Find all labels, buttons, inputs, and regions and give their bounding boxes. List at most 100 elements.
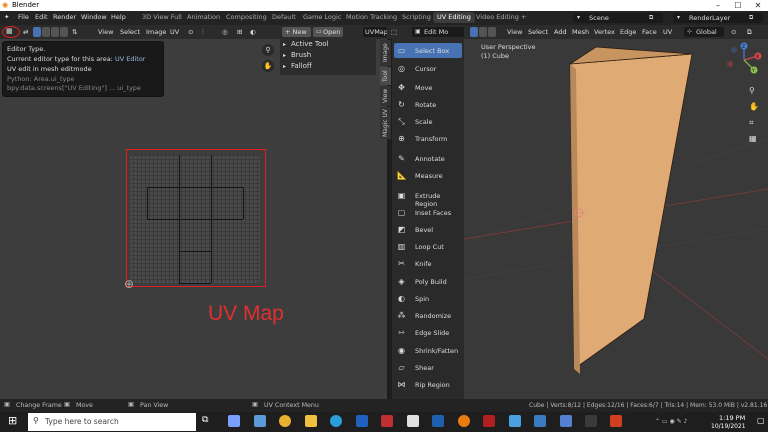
tool-edge-slide[interactable]: ⇿ Edge Slide <box>394 325 462 340</box>
system-tray-icons[interactable]: ⌃ ▭ ◉ ✎ ♪ <box>655 418 687 425</box>
vp-menu-mesh[interactable]: Mesh <box>572 28 589 36</box>
tab-motion-tracking[interactable]: Motion Tracking <box>342 12 401 23</box>
uv-menu-view[interactable]: View <box>98 28 113 36</box>
tool-poly-build[interactable]: ◈ Poly Build <box>394 274 462 289</box>
snap-icon[interactable]: ⫶ <box>202 28 204 37</box>
vp-menu-vertex[interactable]: Vertex <box>594 28 615 36</box>
expand-icon[interactable]: ▸ <box>283 41 286 48</box>
tool-rip-region[interactable]: ⋈ Rip Region <box>394 377 462 392</box>
zoom-icon[interactable]: ⚲ <box>262 44 274 56</box>
file-explorer-icon[interactable] <box>305 415 317 427</box>
tab-animation[interactable]: Animation <box>183 12 224 23</box>
tool-move[interactable]: ✥ Move <box>394 80 462 95</box>
render-layer-selector[interactable]: ▾ RenderLayer ⧉ <box>673 13 763 23</box>
taskbar-search-box[interactable]: ⚲ Type here to search <box>28 413 196 431</box>
app-icon-dark-red[interactable] <box>483 415 495 427</box>
island-select-button[interactable] <box>60 27 68 37</box>
app-icon-orange[interactable] <box>610 415 622 427</box>
2d-cursor-icon[interactable]: ⊕ <box>124 277 134 291</box>
pan-viewport-icon[interactable]: ✋ <box>749 102 759 111</box>
vp-menu-edge[interactable]: Edge <box>620 28 636 36</box>
blender-menu-icon[interactable]: ✦ <box>4 13 9 21</box>
scene-selector[interactable]: ▾ Scene ⧉ <box>573 13 663 23</box>
app-icon-teal[interactable] <box>534 415 546 427</box>
tool-inset-faces[interactable]: ▢ Inset Faces <box>394 205 462 220</box>
menu-file[interactable]: File <box>18 13 29 21</box>
start-button-icon[interactable]: ⊞ <box>8 414 17 427</box>
edge-select-button[interactable] <box>42 27 50 37</box>
pivot-icon[interactable]: ⊙ <box>188 28 193 36</box>
edge-mode-button[interactable] <box>479 27 487 37</box>
chrome-icon[interactable] <box>279 415 291 427</box>
app-icon-monitor[interactable] <box>560 415 572 427</box>
app-icon-red[interactable] <box>381 415 393 427</box>
panel-falloff[interactable]: Falloff <box>291 62 312 70</box>
add-workspace-button[interactable]: + <box>517 12 530 23</box>
uv-menu-uv[interactable]: UV <box>170 28 179 36</box>
editor-type-icon[interactable]: ▦ <box>6 27 13 35</box>
tool-cursor[interactable]: ◎ Cursor <box>394 61 462 76</box>
close-button[interactable]: ✕ <box>748 0 768 11</box>
uv-menu-select[interactable]: Select <box>120 28 140 36</box>
blender-taskbar-icon[interactable] <box>458 415 470 427</box>
tab-default[interactable]: Default <box>268 12 300 23</box>
vp-menu-face[interactable]: Face <box>642 28 657 36</box>
tab-magic-uv[interactable]: Magic UV <box>380 107 391 139</box>
edge-browser-icon[interactable] <box>330 415 342 427</box>
tab-game-logic[interactable]: Game Logic <box>299 12 345 23</box>
mail-icon[interactable] <box>356 415 368 427</box>
menu-help[interactable]: Help <box>111 13 126 21</box>
menu-edit[interactable]: Edit <box>35 13 48 21</box>
cube-mesh[interactable] <box>569 53 693 370</box>
vp-menu-uv[interactable]: UV <box>663 28 672 36</box>
expand-icon[interactable]: ▸ <box>283 52 286 59</box>
tab-tool[interactable]: Tool <box>380 67 391 85</box>
tool-loop-cut[interactable]: ▥ Loop Cut <box>394 239 462 254</box>
notification-icon[interactable]: ▢ <box>757 416 765 425</box>
tab-image[interactable]: Image <box>380 40 391 66</box>
camera-view-icon[interactable]: ⌗ <box>749 118 754 128</box>
uv-sculpt-icon[interactable]: ⊞ <box>237 28 242 36</box>
tool-annotate[interactable]: ✎ Annotate <box>394 151 462 166</box>
toggle-projection-icon[interactable]: ▦ <box>749 134 757 143</box>
vertex-select-button[interactable] <box>33 27 41 37</box>
app-icon-gray[interactable] <box>585 415 597 427</box>
app-icon-blue[interactable] <box>509 415 521 427</box>
menu-render[interactable]: Render <box>53 13 76 21</box>
proportional-edit-icon[interactable]: ◎ <box>222 28 228 36</box>
vp-menu-add[interactable]: Add <box>554 28 567 36</box>
sticky-mode-icon[interactable]: ⇅ <box>72 28 77 36</box>
app-icon-1[interactable] <box>228 415 240 427</box>
navigation-gizmo[interactable]: Z X Y <box>720 40 768 80</box>
tool-select-box[interactable]: ▭ Select Box <box>394 43 462 58</box>
menu-window[interactable]: Window <box>81 13 107 21</box>
uv-map-selector[interactable]: UVMap <box>363 27 388 37</box>
tool-shrink-fatten[interactable]: ◉ Shrink/Fatten <box>394 343 462 358</box>
sync-selection-icon[interactable]: ⇄ <box>23 28 28 36</box>
face-mode-button[interactable] <box>488 27 496 37</box>
expand-icon[interactable]: ▸ <box>283 63 286 70</box>
tool-extrude-region[interactable]: ▣ Extrude Region <box>394 188 462 208</box>
tool-knife[interactable]: ✂ Knife <box>394 256 462 271</box>
new-render-layer-icon[interactable]: ⧉ <box>749 14 753 22</box>
app-icon-white[interactable] <box>407 415 419 427</box>
tool-rotate[interactable]: ↻ Rotate <box>394 97 462 112</box>
tab-video-editing[interactable]: Video Editing <box>472 12 523 23</box>
display-channels-icon[interactable]: ◐ <box>250 28 256 36</box>
tab-view[interactable]: View <box>380 86 391 106</box>
maximize-button[interactable]: ☐ <box>728 0 748 11</box>
face-select-button[interactable] <box>51 27 59 37</box>
vp-menu-view[interactable]: View <box>507 28 522 36</box>
minimize-button[interactable]: – <box>708 0 728 11</box>
tab-scripting[interactable]: Scripting <box>398 12 435 23</box>
vertex-mode-button[interactable] <box>470 27 478 37</box>
mode-selector[interactable]: ▣ Edit Mo <box>412 27 464 37</box>
zoom-viewport-icon[interactable]: ⚲ <box>749 86 755 95</box>
new-scene-icon[interactable]: ⧉ <box>649 14 653 22</box>
task-view-icon[interactable]: ⧉ <box>202 415 208 425</box>
vp-menu-select[interactable]: Select <box>528 28 548 36</box>
panel-brush[interactable]: Brush <box>291 51 311 59</box>
tab-uv-editing[interactable]: UV Editing <box>433 12 475 23</box>
snap-toggle-icon[interactable]: ⧉ <box>747 28 752 37</box>
tool-spin[interactable]: ◐ Spin <box>394 291 462 306</box>
